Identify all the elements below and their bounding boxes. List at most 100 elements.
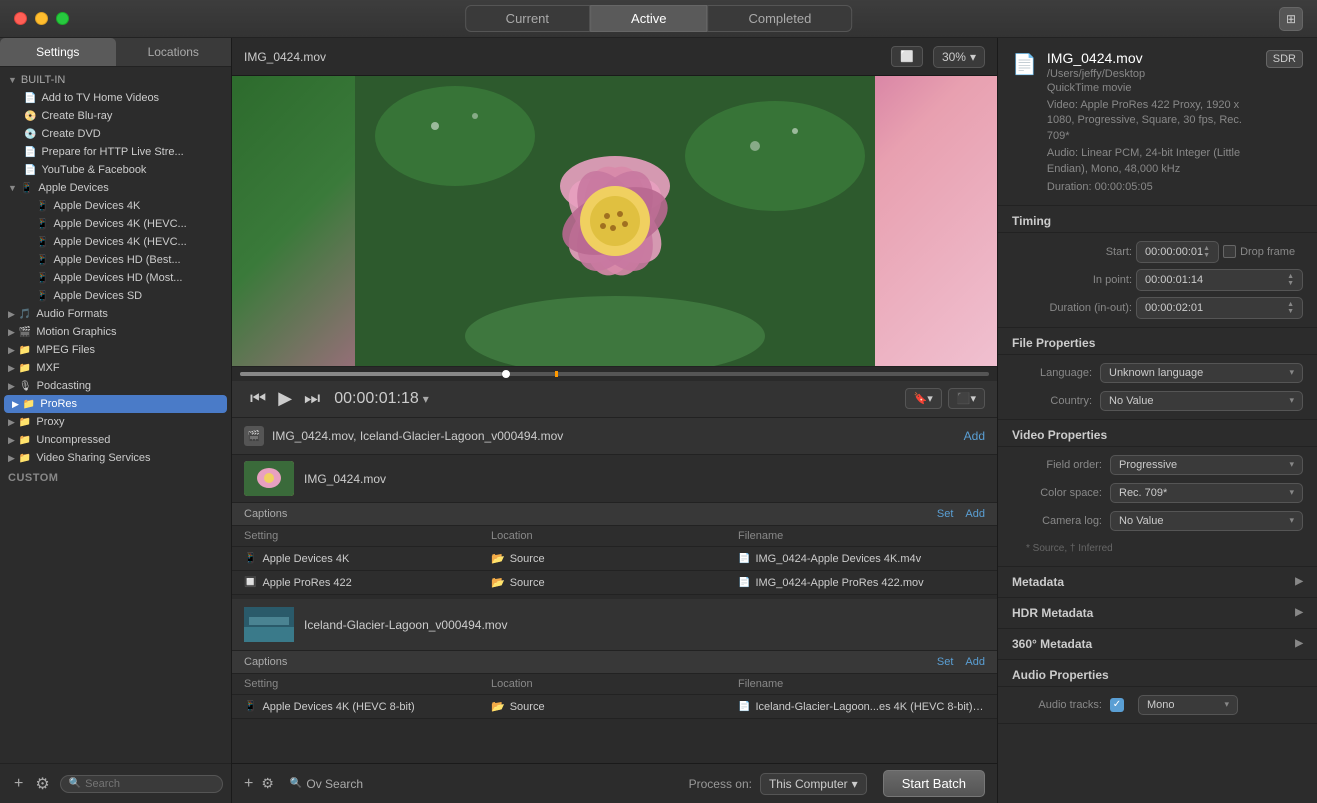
bottom-gear-button[interactable]: ⚙ xyxy=(261,775,274,792)
col-location-1: Location xyxy=(491,530,738,542)
360-metadata-label: 360° Metadata xyxy=(1012,637,1092,651)
grid-icon-button[interactable]: ⊞ xyxy=(1279,7,1303,31)
close-button[interactable] xyxy=(14,12,27,25)
sidebar-item-label: YouTube & Facebook xyxy=(41,164,146,176)
sidebar-item-youtube-facebook[interactable]: 📄 YouTube & Facebook xyxy=(0,161,231,179)
camera-log-row: Camera log: No Value ▾ xyxy=(1012,511,1303,531)
sidebar-group-uncompressed[interactable]: ▶ 📁 Uncompressed xyxy=(0,431,231,449)
sidebar-item-apple-4k-hevc2[interactable]: 📱 Apple Devices 4K (HEVC... xyxy=(0,233,231,251)
sidebar-item-http-live[interactable]: 📄 Prepare for HTTP Live Stre... xyxy=(0,143,231,161)
captions-set-1[interactable]: Set xyxy=(937,508,954,520)
podcasting-label: Podcasting xyxy=(37,380,91,392)
tab-completed[interactable]: Completed xyxy=(707,5,852,32)
sidebar-group-mxf[interactable]: ▶ 📁 MXF xyxy=(0,359,231,377)
sidebar-group-podcasting[interactable]: ▶ 🎙 Podcasting xyxy=(0,377,231,395)
audio-tracks-label: Audio tracks: xyxy=(1012,699,1102,711)
sidebar-search-input[interactable] xyxy=(85,778,214,790)
country-chevron-icon: ▾ xyxy=(1289,395,1294,406)
aspect-ratio-btn[interactable]: ⬜ xyxy=(891,46,923,67)
sidebar-item-add-tv[interactable]: 📄 Add to TV Home Videos xyxy=(0,89,231,107)
field-order-dropdown[interactable]: Progressive ▾ xyxy=(1110,455,1303,475)
job-header-2[interactable]: Iceland-Glacier-Lagoon_v000494.mov xyxy=(232,599,997,651)
output-row-1-2[interactable]: 🔲 Apple ProRes 422 📂 Source 📄 IMG_0424-A… xyxy=(232,571,997,595)
output-location-2-1: 📂 Source xyxy=(491,700,738,713)
sidebar-item-apple-4k-hevc1[interactable]: 📱 Apple Devices 4K (HEVC... xyxy=(0,215,231,233)
sidebar-item-apple-sd[interactable]: 📱 Apple Devices SD xyxy=(0,287,231,305)
drop-frame-control[interactable]: Drop frame xyxy=(1223,245,1303,258)
sidebar-group-prores[interactable]: ▶ 📁 ProRes xyxy=(4,395,227,413)
360-metadata-header[interactable]: 360° Metadata ▶ xyxy=(998,629,1317,659)
video-props-content: Field order: Progressive ▾ Color space: … xyxy=(998,447,1317,567)
scrubber-thumb xyxy=(502,370,510,378)
inpoint-value[interactable]: 00:00:01:14 ▲ ▼ xyxy=(1136,269,1303,291)
output-setting-1-2: 🔲 Apple ProRes 422 xyxy=(244,577,491,589)
duration-value[interactable]: 00:00:02:01 ▲ ▼ xyxy=(1136,297,1303,319)
time-dropdown[interactable]: ▾ xyxy=(423,392,429,406)
audio-tracks-value: Mono xyxy=(1147,699,1175,711)
skip-back-button[interactable]: ⏮ xyxy=(244,388,272,409)
apple-devices-icon: 📱 xyxy=(21,183,33,194)
duration-label: Duration (in-out): xyxy=(1012,302,1132,314)
sidebar-group-proxy[interactable]: ▶ 📁 Proxy xyxy=(0,413,231,431)
sidebar-group-apple-devices[interactable]: ▼ 📱 Apple Devices xyxy=(0,179,231,197)
play-button[interactable]: ▶ xyxy=(272,388,298,409)
file-info-header: 📄 IMG_0424.mov /Users/jeffy/Desktop Quic… xyxy=(998,38,1317,206)
output-row-1-1[interactable]: 📱 Apple Devices 4K 📂 Source 📄 IMG_0424-A… xyxy=(232,547,997,571)
zoom-control[interactable]: 30% ▾ xyxy=(933,46,985,68)
job-filename-1: IMG_0424.mov, Iceland-Glacier-Lagoon_v00… xyxy=(272,429,563,443)
bottom-add-button[interactable]: + xyxy=(244,775,253,793)
hdr-metadata-header[interactable]: HDR Metadata ▶ xyxy=(998,598,1317,628)
captions-add-2[interactable]: Add xyxy=(965,656,985,668)
sidebar-item-apple-4k[interactable]: 📱 Apple Devices 4K xyxy=(0,197,231,215)
color-space-dropdown[interactable]: Rec. 709* ▾ xyxy=(1110,483,1303,503)
metadata-header[interactable]: Metadata ▶ xyxy=(998,567,1317,597)
job-header-1[interactable]: 🎬 IMG_0424.mov, Iceland-Glacier-Lagoon_v… xyxy=(232,418,997,455)
audio-tracks-checkbox[interactable]: ✓ xyxy=(1110,698,1124,712)
output-row-2-1[interactable]: 📱 Apple Devices 4K (HEVC 8-bit) 📂 Source… xyxy=(232,695,997,719)
sidebar-item-dvd[interactable]: 💿 Create DVD xyxy=(0,125,231,143)
sidebar-item-label: Apple Devices HD (Most... xyxy=(53,272,182,284)
sidebar-item-apple-hd-most[interactable]: 📱 Apple Devices HD (Most... xyxy=(0,269,231,287)
timing-duration-row: Duration (in-out): 00:00:02:01 ▲ ▼ xyxy=(1012,297,1303,319)
process-dropdown[interactable]: This Computer ▾ xyxy=(760,773,867,795)
uncompressed-icon: 📁 xyxy=(19,435,31,446)
sidebar-item-apple-hd-best[interactable]: 📱 Apple Devices HD (Best... xyxy=(0,251,231,269)
device-icon: 📱 xyxy=(244,553,256,564)
bookmark-button[interactable]: 🔖▾ xyxy=(905,388,942,409)
captions-button[interactable]: ⬛▾ xyxy=(948,388,985,409)
file-icon: 📄 xyxy=(738,701,750,712)
camera-log-dropdown[interactable]: No Value ▾ xyxy=(1110,511,1303,531)
maximize-button[interactable] xyxy=(56,12,69,25)
hdr-collapse-icon: ▶ xyxy=(1295,607,1303,618)
skip-forward-button[interactable]: ⏭ xyxy=(298,388,326,409)
tab-current[interactable]: Current xyxy=(465,5,590,32)
color-space-label: Color space: xyxy=(1012,487,1102,499)
language-dropdown[interactable]: Unknown language ▾ xyxy=(1100,363,1303,383)
language-label: Language: xyxy=(1012,367,1092,379)
minimize-button[interactable] xyxy=(35,12,48,25)
job-add-button-1[interactable]: Add xyxy=(964,429,985,443)
captions-set-2[interactable]: Set xyxy=(937,656,954,668)
output-filename-1-2: 📄 IMG_0424-Apple ProRes 422.mov xyxy=(738,577,985,589)
sidebar-section-builtin[interactable]: ▼ BUILT-IN xyxy=(0,71,231,89)
start-value[interactable]: 00:00:00:01 ▲ ▼ xyxy=(1136,241,1219,263)
tab-active[interactable]: Active xyxy=(590,5,707,32)
sidebar-group-audio-formats[interactable]: ▶ 🎵 Audio Formats xyxy=(0,305,231,323)
sidebar-group-motion-graphics[interactable]: ▶ 🎬 Motion Graphics xyxy=(0,323,231,341)
sidebar-gear-button[interactable]: ⚙ xyxy=(29,772,55,796)
col-setting-1: Setting xyxy=(244,530,491,542)
start-arrows: ▲ ▼ xyxy=(1203,245,1210,259)
captions-add-1[interactable]: Add xyxy=(965,508,985,520)
country-dropdown[interactable]: No Value ▾ xyxy=(1100,391,1303,411)
sidebar-group-video-sharing[interactable]: ▶ 📁 Video Sharing Services xyxy=(0,449,231,467)
sidebar-group-mpeg[interactable]: ▶ 📁 MPEG Files xyxy=(0,341,231,359)
sidebar-add-button[interactable]: + xyxy=(8,773,29,795)
audio-tracks-dropdown[interactable]: Mono ▾ xyxy=(1138,695,1238,715)
sidebar-tab-settings[interactable]: Settings xyxy=(0,38,116,66)
start-batch-button[interactable]: Start Batch xyxy=(883,770,985,797)
drop-frame-checkbox[interactable] xyxy=(1223,245,1236,258)
sidebar-item-blu-ray[interactable]: 📀 Create Blu-ray xyxy=(0,107,231,125)
sidebar-search-box[interactable]: 🔍 xyxy=(60,775,223,793)
scrubber[interactable] xyxy=(232,367,997,381)
sidebar-tab-locations[interactable]: Locations xyxy=(116,38,232,66)
